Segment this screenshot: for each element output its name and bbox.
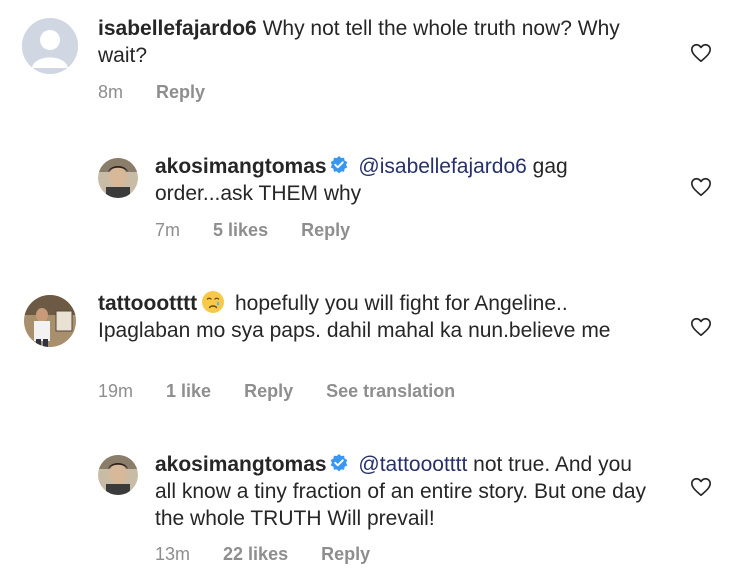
comment-text: akosimangtomas @isabellefajardo6 gag ord… [155,153,625,207]
likes-count[interactable]: 1 like [166,381,211,401]
comment-meta: 13m 22 likes Reply [155,544,398,565]
comment-time: 8m [98,82,124,102]
comment-mention[interactable]: @isabellefajardo6 [358,155,526,178]
comment-mention[interactable]: @tattoootttt [358,453,467,476]
comment-username[interactable]: tattoootttt [98,292,197,315]
comment-time: 7m [155,220,181,240]
comment-text: isabellefajardo6 Why not tell the whole … [98,15,658,69]
user-avatar[interactable] [98,455,138,495]
default-avatar-icon[interactable] [22,18,78,74]
heart-icon[interactable] [690,476,712,498]
comment-text: akosimangtomas @tattoootttt not true. An… [155,451,655,532]
likes-count[interactable]: 22 likes [223,544,288,564]
comment-time: 13m [155,544,191,564]
reply-button[interactable]: Reply [301,220,350,240]
comment-meta: 8m Reply [98,82,233,103]
heart-icon[interactable] [690,42,712,64]
crying-face-emoji [202,291,225,313]
heart-icon[interactable] [690,316,712,338]
comment-meta: 19m 1 like Reply See translation [98,381,483,402]
comment-username[interactable]: akosimangtomas [155,453,327,476]
heart-icon[interactable] [690,176,712,198]
comment-time: 19m [98,381,134,401]
comment-username[interactable]: isabellefajardo6 [98,17,257,40]
comment-meta: 7m 5 likes Reply [155,220,378,241]
verified-badge-icon [330,454,347,472]
reply-button[interactable]: Reply [244,381,293,401]
reply-button[interactable]: Reply [321,544,370,564]
comment-text: tattoootttt hopefully you will fight for… [98,290,658,344]
comment-username[interactable]: akosimangtomas [155,155,327,178]
user-avatar[interactable] [24,295,76,347]
see-translation-button[interactable]: See translation [326,381,455,401]
user-avatar[interactable] [98,158,138,198]
verified-badge-icon [330,156,347,174]
likes-count[interactable]: 5 likes [213,220,268,240]
reply-button[interactable]: Reply [156,82,205,102]
